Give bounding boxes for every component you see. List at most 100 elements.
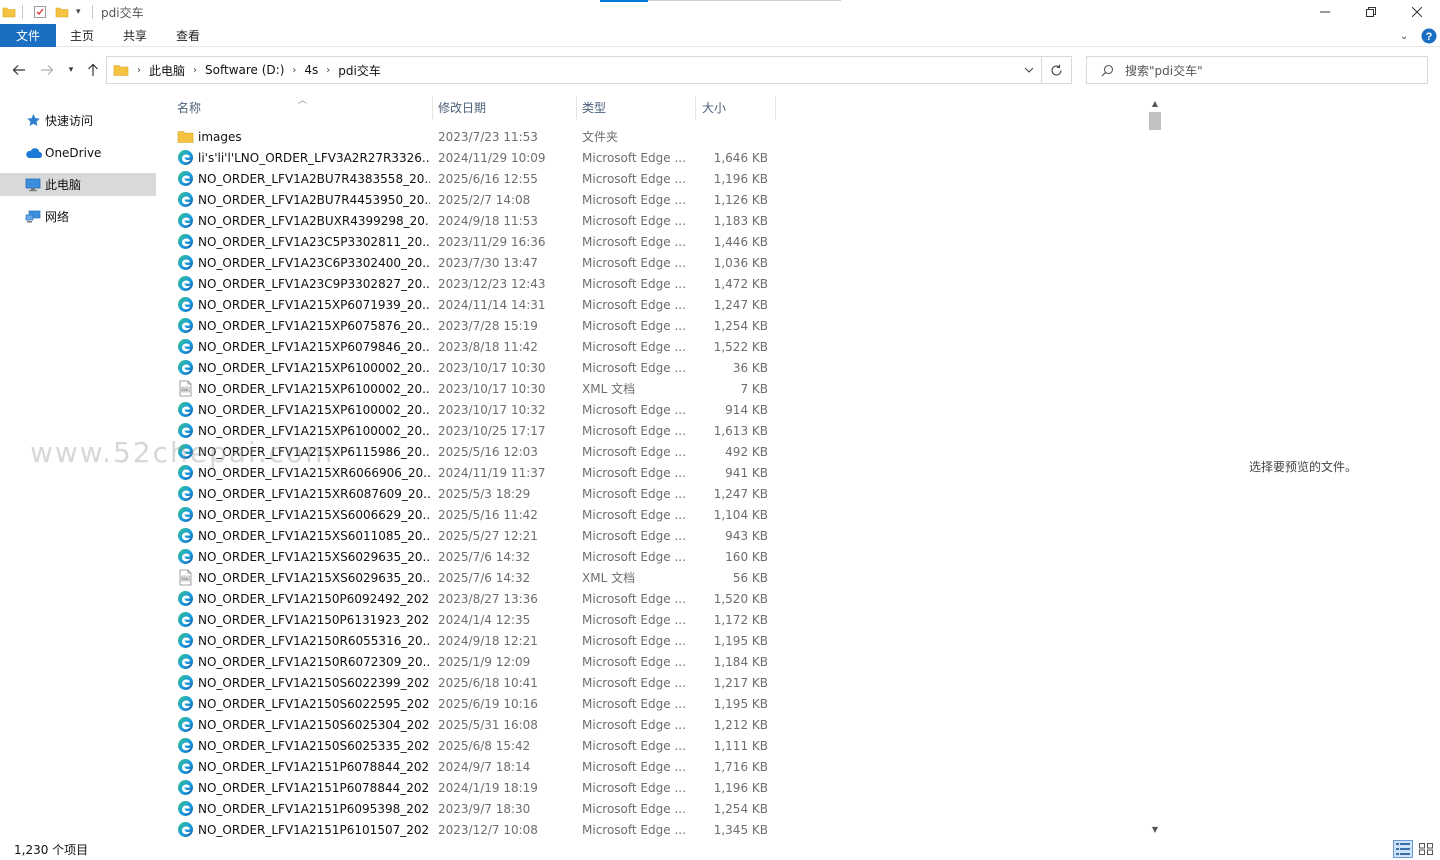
file-row[interactable]: NO_ORDER_LFV1A215XP6071939_20... 2024/11/… bbox=[158, 294, 1146, 315]
file-row[interactable]: NO_ORDER_LFV1A2150P6131923_202... 2024/1/… bbox=[158, 609, 1146, 630]
scrollbar-thumb[interactable] bbox=[1149, 112, 1161, 130]
file-row[interactable]: NO_ORDER_LFV1A2BU7R4383558_20... 2025/6/1… bbox=[158, 168, 1146, 189]
forward-button[interactable] bbox=[36, 58, 58, 82]
tab-file[interactable]: 文件 bbox=[0, 24, 56, 47]
file-row[interactable]: NO_ORDER_LFV1A215XP6079846_20... 2023/8/1… bbox=[158, 336, 1146, 357]
breadcrumb-pdi[interactable]: pdi交车 bbox=[338, 62, 381, 79]
file-row[interactable]: NO_ORDER_LFV1A215XS6006629_20... 2025/5/1… bbox=[158, 504, 1146, 525]
file-date: 2023/7/30 13:47 bbox=[438, 255, 538, 270]
expand-ribbon-icon[interactable]: ⌄ bbox=[1400, 27, 1408, 45]
customize-toolbar-icon[interactable]: ▾ bbox=[76, 3, 81, 21]
breadcrumb-4s[interactable]: 4s bbox=[304, 63, 318, 77]
file-row[interactable]: XML NO_ORDER_LFV1A215XP6100002_20... 2023/… bbox=[158, 378, 1146, 399]
search-input[interactable]: 搜索"pdi交车" bbox=[1125, 62, 1203, 79]
file-row[interactable]: NO_ORDER_LFV1A215XR6066906_20... 2024/11/… bbox=[158, 462, 1146, 483]
file-row[interactable]: XML NO_ORDER_LFV1A215XS6029635_20... 2025/… bbox=[158, 567, 1146, 588]
column-header-size[interactable]: 大小 bbox=[702, 96, 774, 118]
file-date: 2025/5/16 12:03 bbox=[438, 444, 538, 459]
column-divider[interactable] bbox=[775, 96, 776, 120]
address-bar[interactable]: › 此电脑 › Software (D:) › 4s › pdi交车 bbox=[106, 56, 1042, 84]
file-type: Microsoft Edge ... bbox=[582, 276, 686, 291]
column-divider[interactable] bbox=[695, 96, 696, 120]
file-row[interactable]: NO_ORDER_LFV1A23C9P3302827_20... 2023/12/… bbox=[158, 273, 1146, 294]
svg-text:XML: XML bbox=[182, 577, 190, 581]
column-divider[interactable] bbox=[576, 96, 577, 120]
file-row[interactable]: NO_ORDER_LFV1A215XP6100002_20... 2023/10/… bbox=[158, 357, 1146, 378]
nav-item-this-pc[interactable]: 此电脑 bbox=[0, 173, 156, 196]
file-size: 941 KB bbox=[725, 465, 768, 480]
address-history-chevron-icon[interactable] bbox=[1017, 57, 1041, 83]
tab-view[interactable]: 查看 bbox=[162, 24, 214, 47]
file-row[interactable]: NO_ORDER_LFV1A2151P6101507_202... 2023/12… bbox=[158, 819, 1146, 840]
scroll-down-arrow-icon[interactable]: ▼ bbox=[1146, 822, 1164, 836]
column-divider[interactable] bbox=[432, 96, 433, 120]
file-date: 2023/10/17 10:32 bbox=[438, 402, 546, 417]
nav-item-onedrive[interactable]: OneDrive bbox=[0, 141, 156, 164]
tab-home[interactable]: 主页 bbox=[56, 24, 108, 47]
file-size: 1,716 KB bbox=[713, 759, 768, 774]
file-name: NO_ORDER_LFV1A215XP6100002_20... bbox=[198, 423, 430, 438]
nav-item-network[interactable]: 网络 bbox=[0, 205, 156, 228]
edge-file-icon bbox=[177, 779, 194, 796]
file-row[interactable]: NO_ORDER_LFV1A2150S6025335_202... 2025/6/… bbox=[158, 735, 1146, 756]
file-row[interactable]: NO_ORDER_LFV1A2150R6072309_20... 2025/1/9… bbox=[158, 651, 1146, 672]
file-row[interactable]: NO_ORDER_LFV1A2BU7R4453950_20... 2025/2/7… bbox=[158, 189, 1146, 210]
column-header-name[interactable]: 名称 bbox=[177, 96, 432, 118]
breadcrumb-this-pc[interactable]: 此电脑 bbox=[149, 62, 185, 79]
file-row[interactable]: NO_ORDER_LFV1A2150S6025304_202... 2025/5/… bbox=[158, 714, 1146, 735]
file-row[interactable]: NO_ORDER_LFV1A2150R6055316_20... 2024/9/1… bbox=[158, 630, 1146, 651]
file-date: 2023/8/27 13:36 bbox=[438, 591, 538, 606]
edge-file-icon bbox=[177, 233, 194, 250]
file-row[interactable]: NO_ORDER_LFV1A2151P6078844_202... 2024/1/… bbox=[158, 777, 1146, 798]
vertical-scrollbar[interactable]: ▲ ▼ bbox=[1146, 96, 1164, 840]
file-date: 2024/1/19 18:19 bbox=[438, 780, 538, 795]
nav-item-label: 网络 bbox=[45, 210, 70, 224]
file-type: Microsoft Edge ... bbox=[582, 423, 686, 438]
new-folder-icon[interactable] bbox=[55, 3, 69, 21]
file-row[interactable]: li's'li'l'LNO_ORDER_LFV3A2R27R3326... 202… bbox=[158, 147, 1146, 168]
tab-share[interactable]: 共享 bbox=[108, 24, 162, 47]
file-row[interactable]: NO_ORDER_LFV1A215XR6087609_20... 2025/5/3… bbox=[158, 483, 1146, 504]
file-row[interactable]: NO_ORDER_LFV1A2150S6022595_202... 2025/6/… bbox=[158, 693, 1146, 714]
breadcrumb-software-drive[interactable]: Software (D:) bbox=[205, 63, 284, 77]
search-box[interactable]: 搜索"pdi交车" bbox=[1086, 56, 1428, 84]
file-row[interactable]: NO_ORDER_LFV1A215XP6100002_20... 2023/10/… bbox=[158, 399, 1146, 420]
nav-item-quick-access[interactable]: 快速访问 bbox=[0, 109, 156, 132]
file-row[interactable]: NO_ORDER_LFV1A2150P6092492_202... 2023/8/… bbox=[158, 588, 1146, 609]
file-row[interactable]: NO_ORDER_LFV1A23C6P3302400_20... 2023/7/3… bbox=[158, 252, 1146, 273]
up-button[interactable] bbox=[82, 58, 104, 82]
properties-icon[interactable] bbox=[33, 3, 47, 21]
column-header-type[interactable]: 类型 bbox=[582, 96, 695, 118]
file-type: Microsoft Edge ... bbox=[582, 738, 686, 753]
file-row[interactable]: NO_ORDER_LFV1A215XS6029635_20... 2025/7/6… bbox=[158, 546, 1146, 567]
help-icon[interactable]: ? bbox=[1421, 27, 1437, 45]
file-row[interactable]: NO_ORDER_LFV1A215XS6011085_20... 2025/5/2… bbox=[158, 525, 1146, 546]
file-row[interactable]: NO_ORDER_LFV1A23C5P3302811_20... 2023/11/… bbox=[158, 231, 1146, 252]
file-name: NO_ORDER_LFV1A2150P6131923_202... bbox=[198, 612, 430, 627]
file-row[interactable]: NO_ORDER_LFV1A215XP6100002_20... 2023/10/… bbox=[158, 420, 1146, 441]
file-row[interactable]: NO_ORDER_LFV1A2BUXR4399298_20... 2024/9/1… bbox=[158, 210, 1146, 231]
file-row[interactable]: NO_ORDER_LFV1A215XP6075876_20... 2023/7/2… bbox=[158, 315, 1146, 336]
restore-button[interactable] bbox=[1348, 0, 1394, 24]
large-icons-view-button[interactable] bbox=[1416, 840, 1436, 858]
file-type: Microsoft Edge ... bbox=[582, 591, 686, 606]
file-row[interactable]: NO_ORDER_LFV1A215XP6115986_20... 2025/5/1… bbox=[158, 441, 1146, 462]
star-icon bbox=[24, 113, 42, 129]
close-button[interactable] bbox=[1394, 0, 1440, 24]
back-button[interactable] bbox=[8, 58, 30, 82]
file-row[interactable]: images 2023/7/23 11:53 文件夹 bbox=[158, 126, 1146, 147]
minimize-button[interactable] bbox=[1302, 0, 1348, 24]
details-view-button[interactable] bbox=[1393, 840, 1413, 858]
file-date: 2024/11/29 10:09 bbox=[438, 150, 546, 165]
column-header-date[interactable]: 修改日期 bbox=[438, 96, 576, 118]
file-size: 1,195 KB bbox=[713, 696, 768, 711]
file-list: ︿ 名称 修改日期 类型 大小 images 2023/7/23 11:53 文件夹… bbox=[158, 96, 1146, 840]
refresh-button[interactable] bbox=[1042, 56, 1072, 84]
file-row[interactable]: NO_ORDER_LFV1A2151P6095398_202... 2023/9/… bbox=[158, 798, 1146, 819]
file-row[interactable]: NO_ORDER_LFV1A2151P6078844_202... 2024/9/… bbox=[158, 756, 1146, 777]
recent-locations-chevron-icon[interactable]: ▾ bbox=[64, 58, 78, 82]
file-row[interactable]: NO_ORDER_LFV1A2150S6022399_202... 2025/6/… bbox=[158, 672, 1146, 693]
file-type: 文件夹 bbox=[582, 130, 619, 144]
file-size: 492 KB bbox=[725, 444, 768, 459]
scroll-up-arrow-icon[interactable]: ▲ bbox=[1146, 96, 1164, 110]
